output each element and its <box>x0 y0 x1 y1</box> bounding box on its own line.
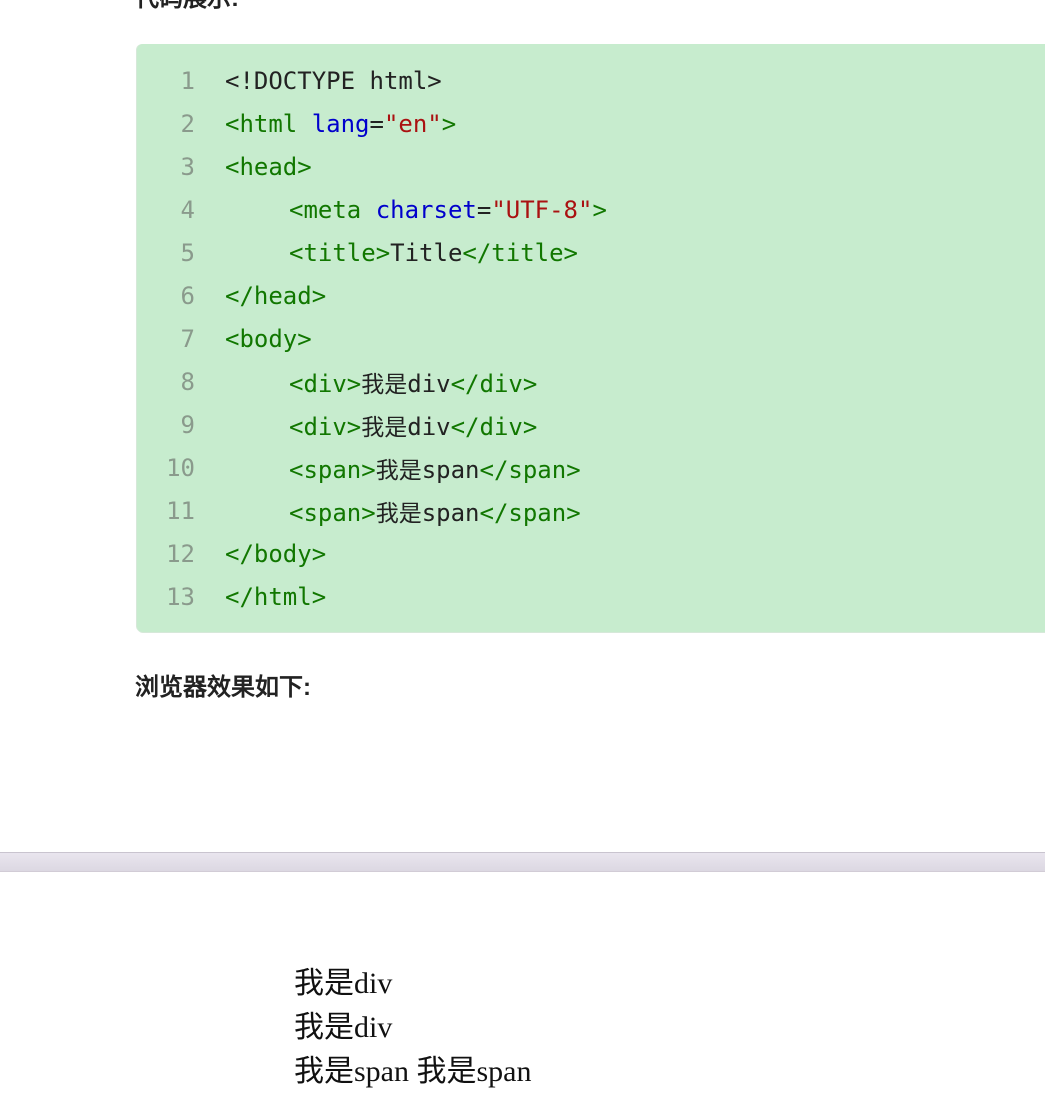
code-equals: = <box>369 109 384 138</box>
code-tag: </body> <box>225 539 327 568</box>
code-line: 7 <body> <box>137 317 1037 360</box>
line-number: 8 <box>180 367 195 396</box>
line-number: 13 <box>166 582 195 611</box>
line-number: 5 <box>180 238 195 267</box>
code-text: Title <box>390 238 463 267</box>
code-tag: <span> <box>289 498 376 527</box>
code-line: 3 <head> <box>137 145 1037 188</box>
line-number: 6 <box>180 281 195 310</box>
browser-toolbar <box>0 852 1045 872</box>
code-line: 11 <span>我是span</span> <box>137 489 1037 532</box>
rendered-div-line: 我是div <box>294 1011 393 1044</box>
code-tag: <head> <box>225 152 312 181</box>
code-block: 1 <!DOCTYPE html> 2 <html lang="en"> 3 <… <box>137 44 1045 632</box>
code-line: 2 <html lang="en"> <box>137 102 1037 145</box>
code-attr: lang <box>311 109 370 138</box>
code-tag: </title> <box>462 238 578 267</box>
code-line: 5 <title>Title</title> <box>137 231 1037 274</box>
code-tag: </div> <box>450 412 538 441</box>
line-number: 12 <box>166 539 195 568</box>
code-text: div <box>407 412 451 441</box>
line-number: 3 <box>180 152 195 181</box>
line-number: 11 <box>166 496 195 525</box>
code-doctype: <!DOCTYPE html> <box>225 66 442 95</box>
code-section-heading: 代码展示: <box>135 0 239 14</box>
code-cjk-text: 我是 <box>375 500 422 527</box>
code-tag: <div> <box>289 412 362 441</box>
code-line: 6 </head> <box>137 274 1037 317</box>
line-number: 2 <box>180 109 195 138</box>
code-tag: </html> <box>225 582 327 611</box>
line-number: 4 <box>180 195 195 224</box>
code-line: 4 <meta charset="UTF-8"> <box>137 188 1037 231</box>
code-tag: <div> <box>289 369 362 398</box>
code-tag: <span> <box>289 455 376 484</box>
code-tag: <html <box>225 109 298 138</box>
code-text: div <box>407 369 451 398</box>
code-tag: </span> <box>479 498 581 527</box>
code-tag: > <box>441 109 457 138</box>
browser-result-heading: 浏览器效果如下: <box>135 674 311 701</box>
line-number: 10 <box>166 453 195 482</box>
code-line: 13 </html> <box>137 575 1037 618</box>
rendered-div-line: 我是div <box>294 967 393 1000</box>
code-cjk-text: 我是 <box>361 414 408 441</box>
code-line: 1 <!DOCTYPE html> <box>137 59 1037 102</box>
code-tag: </head> <box>225 281 327 310</box>
code-text: span <box>421 498 480 527</box>
code-string: "en" <box>383 109 442 138</box>
code-tag: <body> <box>225 324 312 353</box>
code-equals: = <box>476 195 492 224</box>
code-string: "UTF-8" <box>491 195 593 224</box>
code-line: 9 <div>我是div</div> <box>137 403 1037 446</box>
code-text: span <box>421 455 480 484</box>
code-cjk-text: 我是 <box>361 371 408 398</box>
line-number: 1 <box>180 66 195 95</box>
code-attr: charset <box>375 195 477 224</box>
code-tag: <meta <box>289 195 362 224</box>
code-line: 10 <span>我是span</span> <box>137 446 1037 489</box>
code-line: 12 </body> <box>137 532 1037 575</box>
code-tag: </div> <box>450 369 538 398</box>
code-cjk-text: 我是 <box>375 457 422 484</box>
code-line: 8 <div>我是div</div> <box>137 360 1037 403</box>
line-number: 9 <box>180 410 195 439</box>
code-tag: > <box>592 195 607 224</box>
rendered-span-line: 我是span 我是span <box>294 1055 532 1088</box>
code-tag: </span> <box>479 455 581 484</box>
page: 代码展示: 1 <!DOCTYPE html> 2 <html lang="en… <box>0 0 1045 1115</box>
line-number: 7 <box>180 324 195 353</box>
code-tag: <title> <box>289 238 391 267</box>
browser-render-output: 我是div 我是div 我是span 我是span <box>294 962 531 1094</box>
